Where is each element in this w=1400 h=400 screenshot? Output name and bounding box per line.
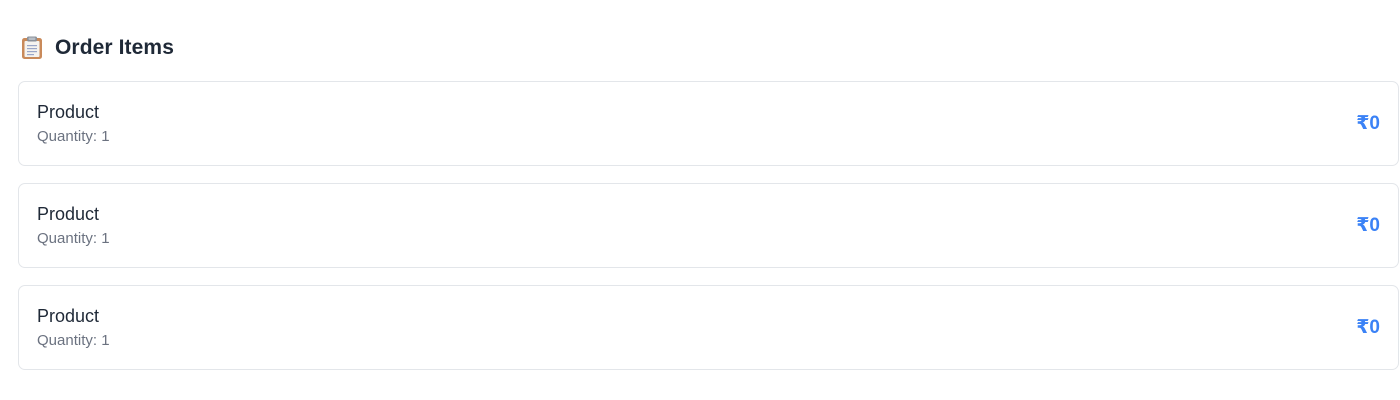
item-quantity: Quantity: 1: [37, 332, 110, 350]
quantity-label: Quantity:: [37, 230, 98, 247]
item-info: Product Quantity: 1: [37, 101, 110, 146]
quantity-value: 1: [101, 230, 110, 247]
item-info: Product Quantity: 1: [37, 305, 110, 350]
quantity-value: 1: [101, 332, 110, 349]
item-quantity: Quantity: 1: [37, 128, 110, 146]
item-name: Product: [37, 204, 100, 224]
section-title: Order Items: [55, 36, 174, 59]
section-header: Order Items: [18, 24, 1399, 72]
quantity-value: 1: [101, 128, 110, 145]
item-price: ₹0: [1356, 113, 1380, 134]
item-price: ₹0: [1356, 317, 1380, 338]
item-quantity: Quantity: 1: [37, 230, 110, 248]
order-item-row: Product Quantity: 1 ₹0: [18, 285, 1399, 370]
order-items-section: Order Items Product Quantity: 1 ₹0 Produc…: [18, 0, 1399, 387]
quantity-label: Quantity:: [37, 332, 98, 349]
item-info: Product Quantity: 1: [37, 203, 110, 248]
item-name: Product: [37, 102, 100, 122]
quantity-label: Quantity:: [37, 128, 98, 145]
item-name: Product: [37, 306, 100, 326]
order-item-row: Product Quantity: 1 ₹0: [18, 183, 1399, 268]
order-item-row: Product Quantity: 1 ₹0: [18, 81, 1399, 166]
clipboard-icon: [21, 36, 43, 60]
item-price: ₹0: [1356, 215, 1380, 236]
order-items-list: Product Quantity: 1 ₹0 Product Quantity: 1…: [18, 81, 1399, 387]
